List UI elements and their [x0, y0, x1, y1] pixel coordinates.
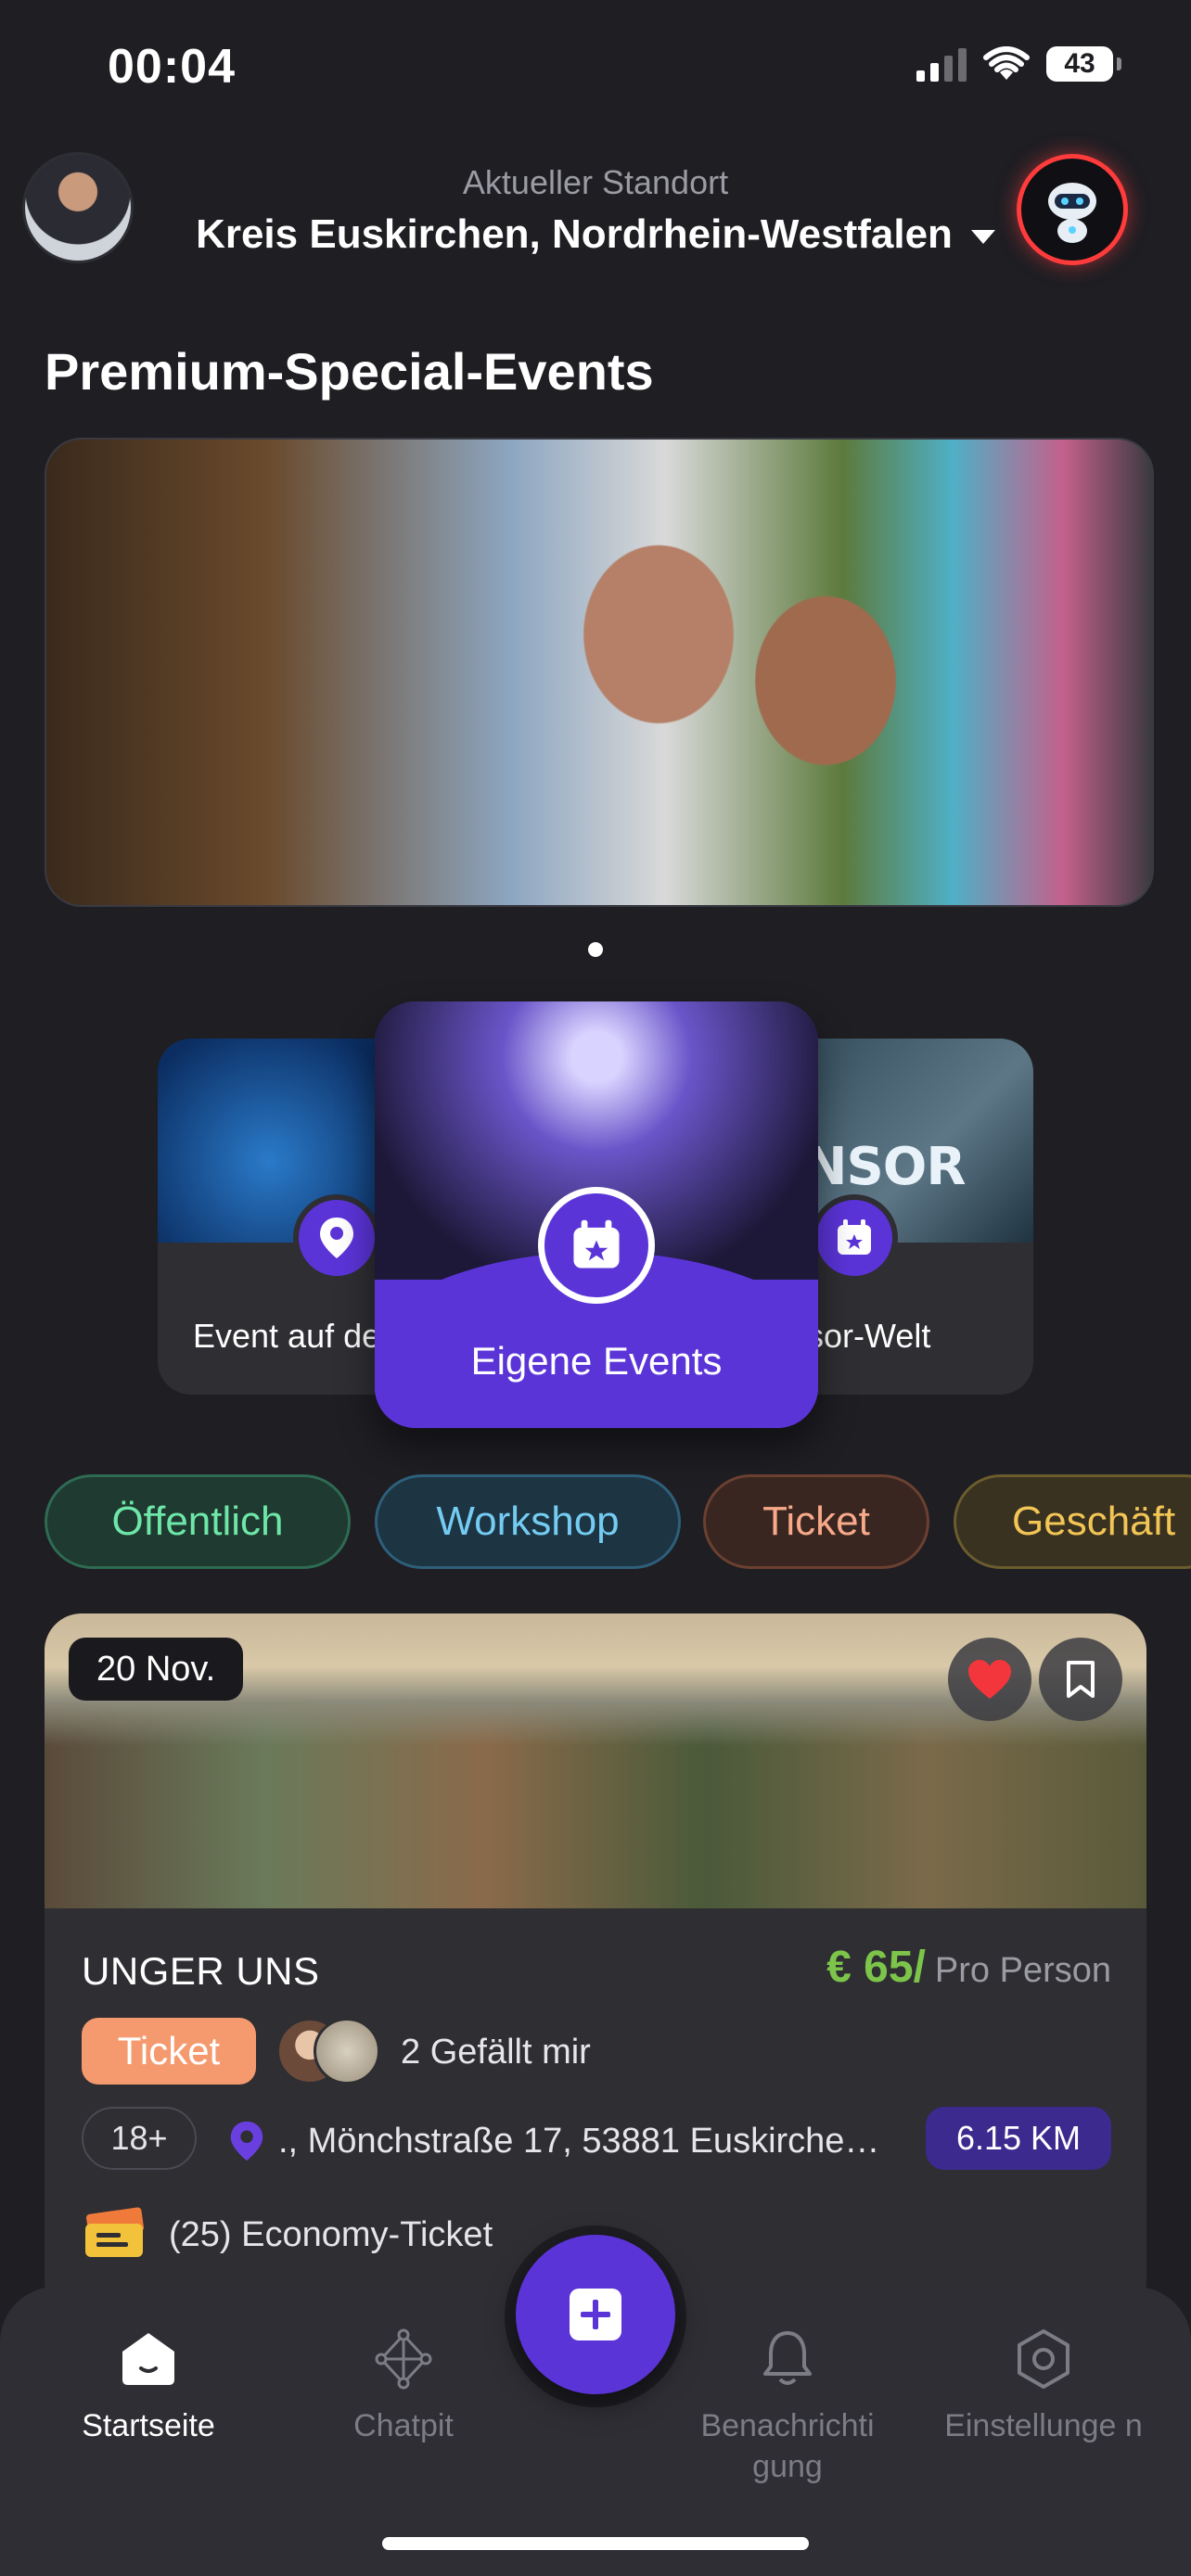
calendar-star-icon	[811, 1194, 898, 1282]
age-restriction: 18+	[82, 2107, 197, 2170]
wifi-icon	[983, 46, 1030, 80]
price-amount: € 65/	[826, 1943, 926, 1992]
calendar-star-icon	[538, 1187, 655, 1304]
status-icons: 43	[916, 46, 1121, 82]
carousel-page-indicator	[588, 942, 603, 957]
likes-count[interactable]: 2 Gefällt mir	[401, 2033, 591, 2072]
nav-label: Benachrichti gung	[700, 2408, 875, 2484]
event-date-badge: 20 Nov.	[69, 1638, 244, 1701]
category-label: Event auf de	[193, 1317, 381, 1355]
ticket-type: (25) Economy-Ticket	[82, 2207, 493, 2263]
battery-icon: 43	[1046, 46, 1121, 82]
nav-label: Startseite	[82, 2408, 215, 2443]
premium-event-banner[interactable]	[45, 438, 1154, 907]
location-label: Aktueller Standort	[462, 163, 729, 201]
event-address: ., Mönchstraße 17, 53881 Euskirche…	[228, 2120, 879, 2162]
event-card[interactable]: 20 Nov. UNGER UNS € 65/ Pro Person Ticke…	[45, 1613, 1146, 2318]
nav-item-notifications[interactable]: Benachrichti gung	[672, 2318, 903, 2487]
filter-chip-workshop[interactable]: Workshop	[375, 1474, 681, 1569]
bookmark-icon	[1067, 1661, 1095, 1698]
location-pin-icon	[293, 1194, 380, 1282]
location-selector[interactable]: Kreis Euskirchen, Nordrhein-Westfalen	[0, 211, 1191, 258]
home-icon	[122, 2333, 174, 2385]
liker-avatars	[276, 2018, 380, 2085]
heart-icon	[968, 1660, 1011, 1699]
settings-icon	[1018, 2329, 1069, 2389]
nav-item-chatpit[interactable]: Chatpit	[311, 2318, 496, 2446]
ai-assistant-robot-button[interactable]	[1017, 154, 1128, 265]
status-time: 00:04	[108, 40, 236, 94]
ticket-type-text: (25) Economy-Ticket	[169, 2214, 493, 2254]
ticket-tag: Ticket	[82, 2018, 256, 2085]
nav-label: Chatpit	[353, 2408, 454, 2443]
section-title: Premium-Special-Events	[45, 342, 654, 401]
robot-icon	[1048, 183, 1096, 243]
event-title: UNGER UNS	[82, 1949, 320, 1993]
filter-chip-business[interactable]: Geschäft	[954, 1474, 1191, 1569]
plus-icon	[570, 2289, 621, 2340]
filter-chip-public[interactable]: Öffentlich	[45, 1474, 351, 1569]
network-icon	[375, 2328, 432, 2390]
distance-badge: 6.15 KM	[926, 2107, 1111, 2170]
location-value: Kreis Euskirchen, Nordrhein-Westfalen	[196, 211, 953, 257]
location-pin-icon	[230, 2121, 263, 2162]
price-unit: Pro Person	[934, 1951, 1111, 1990]
event-price: € 65/ Pro Person	[826, 1942, 1111, 1993]
chevron-down-icon	[970, 229, 995, 244]
category-label: Eigene Events	[470, 1339, 723, 1383]
nav-item-home[interactable]: Startseite	[56, 2318, 241, 2446]
nav-item-settings[interactable]: Einstellunge n	[928, 2318, 1159, 2446]
ticket-icon	[85, 2207, 144, 2257]
category-card-own-events[interactable]: Eigene Events	[375, 1001, 818, 1428]
create-event-button[interactable]	[516, 2235, 675, 2394]
address-text: ., Mönchstraße 17, 53881 Euskirche…	[278, 2121, 880, 2161]
cellular-signal-icon	[916, 46, 967, 82]
bookmark-button[interactable]	[1039, 1638, 1122, 1721]
home-indicator	[382, 2537, 809, 2550]
bell-icon	[763, 2331, 812, 2385]
filter-chip-ticket[interactable]: Ticket	[703, 1474, 929, 1569]
nav-label: Einstellunge n	[944, 2408, 1143, 2443]
category-label: sor-Welt	[807, 1317, 931, 1355]
favorite-button[interactable]	[948, 1638, 1031, 1721]
